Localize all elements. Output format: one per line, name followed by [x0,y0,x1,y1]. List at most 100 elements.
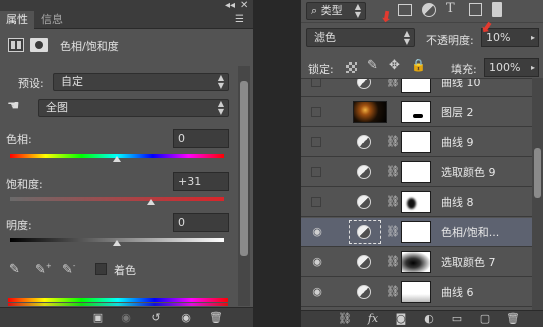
new-adjustment-layer-icon[interactable]: ◐ [421,312,437,326]
new-layer-icon[interactable]: ▢ [477,312,493,326]
panel-gap [253,0,301,327]
eye-icon[interactable]: ◉ [309,256,325,268]
subtract-from-sample-eyedropper-icon[interactable]: ✎- [62,262,75,277]
layer-name[interactable]: 选取颜色 9 [441,158,496,187]
layer-mask-thumbnail[interactable] [401,101,431,123]
fill-value: 100% [489,61,521,74]
layer-image-thumbnail[interactable] [353,101,387,123]
layer-name[interactable]: 选取颜色 7 [441,248,496,277]
layer-mask-thumbnail[interactable] [401,131,431,153]
tab-properties[interactable]: 属性 [0,11,34,29]
adjustment-layer-filter-icon[interactable] [422,3,436,17]
select-arrows-icon: ▲ ▼ [354,2,361,19]
layer-mask-thumbnail[interactable] [401,79,431,93]
add-mask-icon[interactable]: ◙ [393,312,409,326]
layer-row[interactable]: ◉ ⛓ 选取颜色 7 [301,248,532,277]
type-layer-filter-icon[interactable]: T [446,1,455,16]
layer-name[interactable]: 曲线 10 [441,79,481,97]
visibility-toggle-off[interactable] [311,167,321,177]
link-layers-icon[interactable]: ⛓ [337,312,353,326]
layer-row[interactable]: ⛓ 选取颜色 9 [301,158,532,187]
layer-row[interactable]: 图层 2 [301,98,532,127]
visibility-toggle-off[interactable] [311,197,321,207]
mask-icon[interactable] [30,38,48,52]
layer-style-icon[interactable]: fx [365,312,381,326]
hue-slider-thumb[interactable] [113,156,121,162]
filter-type-select[interactable]: ⌕ 类型 ▲ ▼ [306,2,366,20]
lock-position-icon[interactable]: ✥ [389,58,400,73]
adjustment-layer-icon [357,225,371,239]
layer-name[interactable]: 图层 2 [441,98,474,127]
lightness-input[interactable]: 0 [173,213,229,232]
visibility-toggle-off[interactable] [311,79,321,87]
link-icon[interactable]: ⛓ [386,255,400,269]
link-icon[interactable]: ⛓ [386,225,400,239]
colorize-checkbox[interactable] [95,263,107,275]
targeted-adjustment-hand-icon[interactable]: ☚ [7,98,25,115]
blend-mode-select[interactable]: 滤色 ▲ ▼ [306,28,415,47]
link-icon[interactable]: ⛓ [386,165,400,179]
blend-mode-value: 滤色 [314,31,336,44]
preset-select[interactable]: 自定 ▲ ▼ [53,73,229,91]
shape-layer-filter-icon[interactable] [469,3,482,16]
delete-adjustment-icon[interactable]: 🗑 [208,311,224,325]
layer-row-selected[interactable]: ◉ ⛓ 色相/饱和... [301,218,532,247]
lightness-slider-thumb[interactable] [113,240,121,246]
link-icon[interactable]: ⛓ [386,195,400,209]
hue-input[interactable]: 0 [173,129,229,148]
opacity-dropdown-arrow-icon[interactable]: ▸ [531,29,535,46]
eye-icon[interactable]: ◉ [309,226,325,238]
link-icon[interactable]: ⛓ [386,285,400,299]
layer-name[interactable]: 曲线 8 [441,188,474,217]
smart-object-filter-icon[interactable] [492,2,502,17]
close-panel-icon[interactable]: ✕ [240,1,248,11]
layer-mask-thumbnail[interactable] [401,191,431,213]
eyedropper-icon[interactable]: ✎ [9,262,20,277]
delete-layer-icon[interactable]: 🗑 [505,312,521,326]
saturation-slider-thumb[interactable] [147,199,156,205]
scrollbar-thumb[interactable] [534,148,541,198]
layer-row[interactable]: ⛓ 曲线 10 [301,79,532,97]
fill-dropdown-arrow-icon[interactable]: ▸ [531,59,535,76]
layer-name[interactable]: 曲线 6 [441,278,474,307]
eye-icon[interactable]: ◉ [309,286,325,298]
layer-row[interactable]: ⛓ 曲线 9 [301,128,532,157]
link-icon[interactable]: ⛓ [386,79,400,89]
layer-mask-thumbnail[interactable] [401,251,431,273]
scrollbar-thumb[interactable] [240,81,248,256]
layer-mask-thumbnail[interactable] [401,221,431,243]
view-previous-state-icon[interactable]: ◉ [118,311,134,325]
lock-transparent-pixels-icon[interactable] [346,62,357,73]
adjustment-layer-icon [357,135,371,149]
lock-image-pixels-icon[interactable]: ✎ [367,58,378,73]
fill-input[interactable]: 100% ▸ [484,58,539,77]
reset-icon[interactable]: ↺ [148,311,164,325]
channel-select[interactable]: 全图 ▲ ▼ [38,99,229,117]
layer-mask-thumbnail[interactable] [401,161,431,183]
collapse-panels-icon[interactable]: ◂◂ [225,1,235,11]
add-to-sample-eyedropper-icon[interactable]: ✎+ [35,262,52,277]
saturation-input[interactable]: +31 [173,172,229,191]
layer-mask-thumbnail[interactable] [401,281,431,303]
select-arrows-icon: ▲ ▼ [403,29,410,46]
lock-all-icon[interactable]: 🔒 [411,58,426,72]
visibility-toggle-off[interactable] [311,137,321,147]
pixel-layer-filter-icon[interactable] [398,4,412,16]
tab-info[interactable]: 信息 [35,11,69,29]
layer-row[interactable]: ⛓ 曲线 8 [301,188,532,217]
layer-name[interactable]: 曲线 9 [441,128,474,157]
link-icon[interactable]: ⛓ [386,135,400,149]
preset-value: 自定 [61,75,83,88]
saturation-slider-track[interactable] [10,197,224,201]
layer-row[interactable]: ◉ ⛓ 曲线 6 [301,278,532,307]
layers-scrollbar[interactable] [532,78,543,310]
toggle-visibility-icon[interactable]: ◉ [178,311,194,325]
layer-name[interactable]: 色相/饱和... [441,218,499,247]
clip-to-layer-icon[interactable]: ▣ [90,311,106,325]
panel-menu-icon[interactable]: ☰ [235,15,244,25]
adjustment-layer-icon [357,285,371,299]
adjustment-icon [8,38,24,52]
visibility-toggle-off[interactable] [311,107,321,117]
properties-scrollbar[interactable] [238,66,250,306]
new-group-icon[interactable]: ▭ [449,312,465,326]
